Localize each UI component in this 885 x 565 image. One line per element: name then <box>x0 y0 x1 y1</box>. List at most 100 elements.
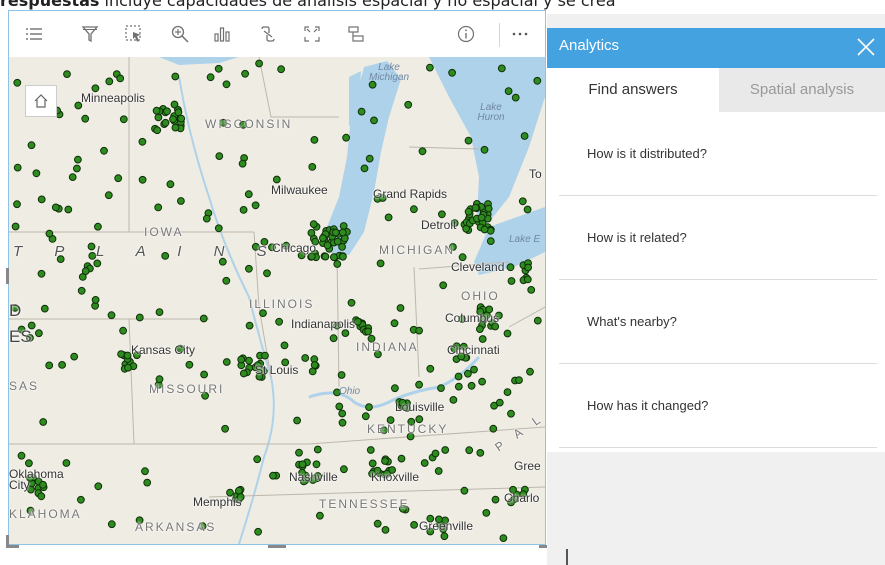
data-point[interactable] <box>410 521 419 529</box>
data-point[interactable] <box>523 275 532 284</box>
data-point[interactable] <box>81 267 90 276</box>
data-point[interactable] <box>478 335 487 343</box>
data-point[interactable] <box>527 286 536 294</box>
data-point[interactable] <box>319 234 327 243</box>
data-point[interactable] <box>370 116 378 125</box>
data-point[interactable] <box>275 317 284 326</box>
data-point[interactable] <box>310 361 319 369</box>
data-point[interactable] <box>235 486 243 495</box>
data-point[interactable] <box>308 367 317 376</box>
resize-handle-left[interactable] <box>6 268 19 284</box>
data-point[interactable] <box>64 205 73 214</box>
data-point[interactable] <box>261 351 269 360</box>
data-point[interactable] <box>338 409 347 418</box>
data-point[interactable] <box>489 424 498 433</box>
data-point[interactable] <box>526 367 534 376</box>
data-point[interactable] <box>338 418 347 427</box>
data-point[interactable] <box>484 204 493 213</box>
data-point[interactable] <box>491 495 500 504</box>
data-point[interactable] <box>138 137 147 146</box>
data-point[interactable] <box>141 467 149 476</box>
data-point[interactable] <box>309 220 318 229</box>
data-point[interactable] <box>163 107 171 116</box>
data-point[interactable] <box>365 154 374 163</box>
data-point[interactable] <box>117 350 125 359</box>
data-point[interactable] <box>154 203 163 212</box>
data-point[interactable] <box>63 70 71 79</box>
data-point[interactable] <box>342 133 351 142</box>
data-point[interactable] <box>467 381 476 390</box>
data-point[interactable] <box>239 369 248 378</box>
data-point[interactable] <box>11 222 20 231</box>
map-view[interactable]: Lake Michigan Lake Huron Lake E Ohio Min… <box>9 57 545 544</box>
resize-handle-bottom-left[interactable] <box>6 535 19 548</box>
data-point[interactable] <box>381 457 389 465</box>
data-point[interactable] <box>480 145 489 154</box>
data-point[interactable] <box>222 276 231 285</box>
data-point[interactable] <box>418 147 427 156</box>
data-point[interactable] <box>464 207 473 216</box>
data-point[interactable] <box>135 313 144 322</box>
data-point[interactable] <box>277 65 286 74</box>
data-point[interactable] <box>426 63 434 72</box>
data-point[interactable] <box>263 269 271 278</box>
data-point[interactable] <box>58 361 66 369</box>
data-point[interactable] <box>431 449 440 458</box>
data-point[interactable] <box>464 369 472 378</box>
data-point[interactable] <box>116 74 125 83</box>
filter-icon[interactable] <box>77 21 103 47</box>
data-point[interactable] <box>94 482 103 491</box>
data-point[interactable] <box>523 205 532 214</box>
data-point[interactable] <box>365 403 373 412</box>
tab-spatial-analysis[interactable]: Spatial analysis <box>719 68 885 112</box>
data-point[interactable] <box>338 228 347 237</box>
data-point[interactable] <box>397 454 406 463</box>
data-point[interactable] <box>221 424 230 433</box>
data-point[interactable] <box>13 78 22 87</box>
data-point[interactable] <box>323 241 332 250</box>
data-point[interactable] <box>361 412 370 421</box>
data-point[interactable] <box>62 459 71 467</box>
data-point[interactable] <box>37 195 46 204</box>
data-point[interactable] <box>347 298 356 307</box>
data-point[interactable] <box>415 326 424 335</box>
data-point[interactable] <box>321 252 330 261</box>
data-point[interactable] <box>464 136 473 145</box>
data-point[interactable] <box>37 492 46 501</box>
data-point[interactable] <box>511 93 520 102</box>
info-icon[interactable] <box>453 21 479 47</box>
data-point[interactable] <box>124 363 132 372</box>
data-point[interactable] <box>404 100 413 109</box>
data-point[interactable] <box>169 115 177 124</box>
data-point[interactable] <box>40 304 49 313</box>
data-point[interactable] <box>307 229 316 237</box>
data-point[interactable] <box>171 123 180 132</box>
data-point[interactable] <box>298 460 307 469</box>
data-point[interactable] <box>25 459 33 468</box>
data-point[interactable] <box>45 361 54 370</box>
data-point[interactable] <box>477 213 486 222</box>
data-point[interactable] <box>39 418 48 426</box>
data-point[interactable] <box>331 228 340 237</box>
data-point[interactable] <box>255 59 264 68</box>
data-point[interactable] <box>171 72 180 81</box>
data-point[interactable] <box>114 174 123 183</box>
data-point[interactable] <box>507 277 516 285</box>
data-point[interactable] <box>68 173 77 181</box>
data-point[interactable] <box>32 169 41 178</box>
connect-icon[interactable] <box>255 21 281 47</box>
data-point[interactable] <box>515 376 523 385</box>
more-icon[interactable] <box>507 21 533 47</box>
chart-icon[interactable] <box>209 21 235 47</box>
data-point[interactable] <box>495 398 504 407</box>
data-point[interactable] <box>215 152 224 160</box>
data-point[interactable] <box>214 64 223 73</box>
data-point[interactable] <box>384 213 393 222</box>
data-point[interactable] <box>381 526 390 534</box>
data-point[interactable] <box>170 100 179 109</box>
data-point[interactable] <box>364 327 373 336</box>
data-point[interactable] <box>316 511 324 520</box>
data-point[interactable] <box>449 396 458 404</box>
data-point[interactable] <box>333 260 342 268</box>
data-point[interactable] <box>74 155 82 164</box>
